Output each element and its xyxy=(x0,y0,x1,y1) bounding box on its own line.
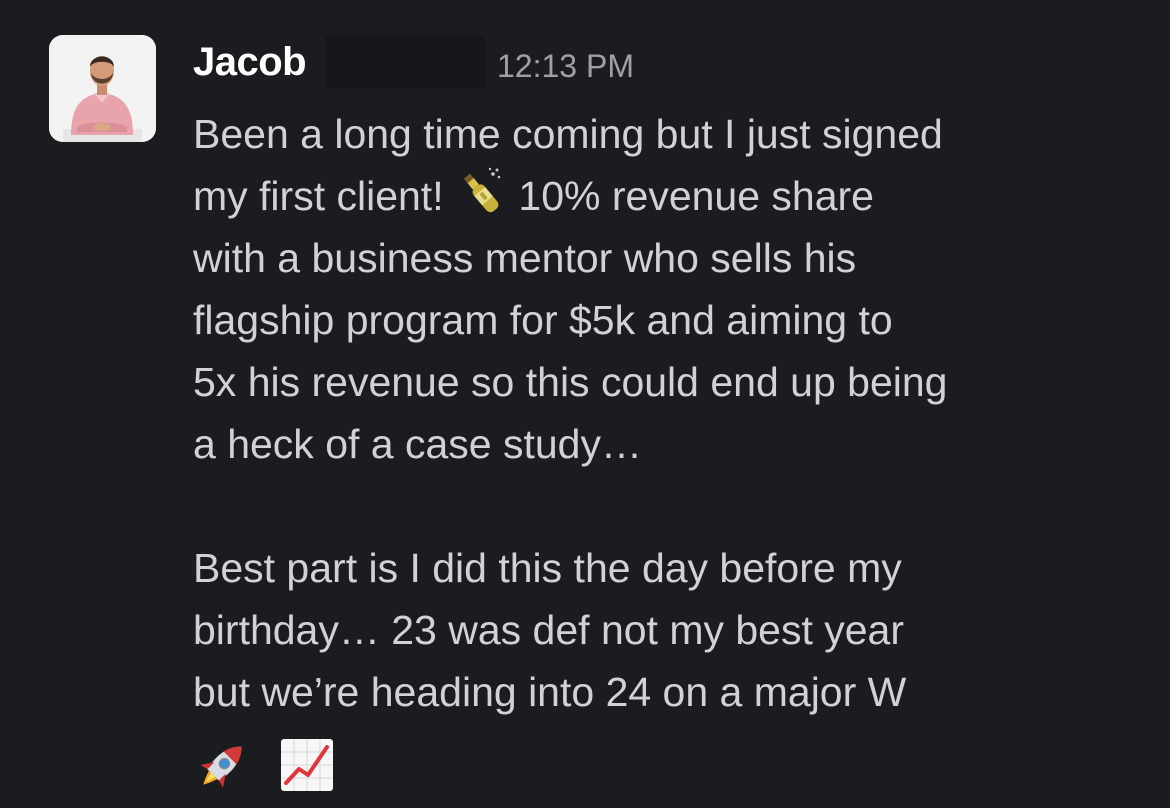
redaction-block xyxy=(325,36,485,88)
chat-message: Jacob 12:13 PM Been a long time coming b… xyxy=(0,0,1170,808)
champagne-bottle-icon xyxy=(455,167,507,219)
message-line: but we’re heading into 24 on a major W xyxy=(193,669,907,715)
message-line: a heck of a case study… xyxy=(193,421,642,467)
message-body: Been a long time coming but I just signe… xyxy=(193,103,1143,801)
chart-increasing-icon xyxy=(277,735,337,795)
message-line: Been a long time coming but I just signe… xyxy=(193,111,943,157)
timestamp[interactable]: 12:13 PM xyxy=(497,48,634,85)
sender-name[interactable]: Jacob xyxy=(193,40,307,85)
message-line: my first client! 10% revenue share xyxy=(193,165,1143,227)
message-text: my first client! xyxy=(193,173,444,219)
rocket-icon xyxy=(193,735,253,795)
message-text: 10% revenue share xyxy=(518,173,874,219)
message-line: 5x his revenue so this could end up bein… xyxy=(193,359,948,405)
emoji-row xyxy=(193,723,1143,801)
message-line: Best part is I did this the day before m… xyxy=(193,545,902,591)
message-line: birthday… 23 was def not my best year xyxy=(193,607,905,653)
avatar[interactable] xyxy=(49,35,156,142)
message-line: flagship program for $5k and aiming to xyxy=(193,297,893,343)
message-line: with a business mentor who sells his xyxy=(193,235,857,281)
profile-photo-icon xyxy=(49,35,156,142)
